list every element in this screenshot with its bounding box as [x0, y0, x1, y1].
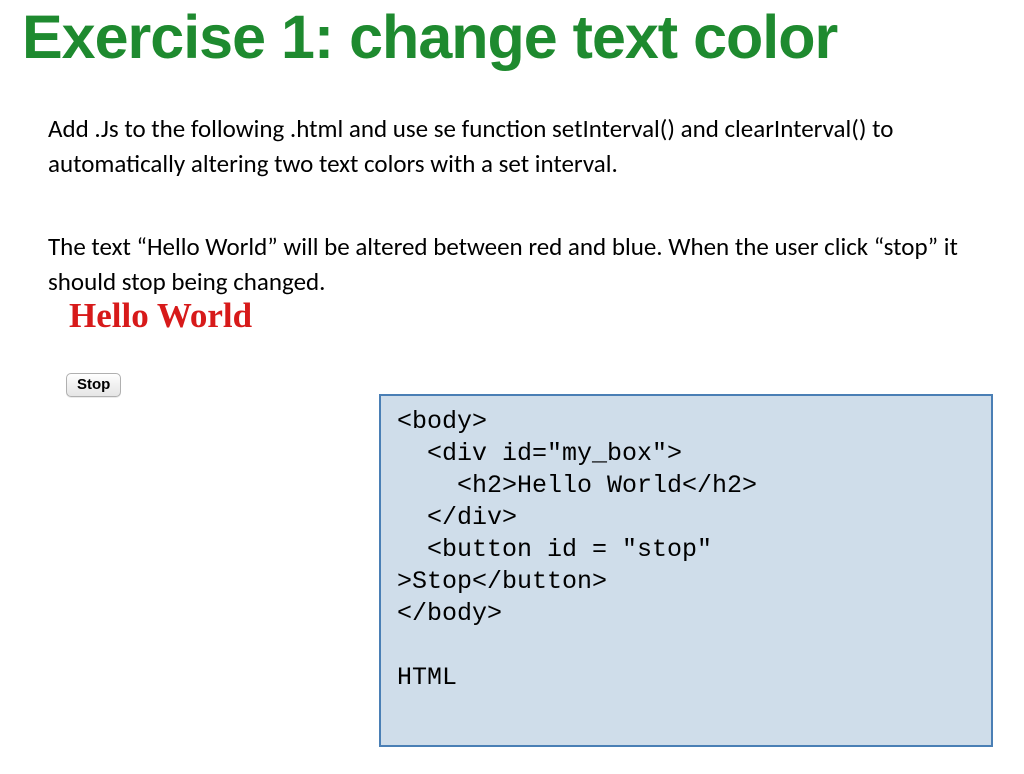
code-snippet-box: <body> <div id="my_box"> <h2>Hello World…	[379, 394, 993, 747]
code-snippet-content: <body> <div id="my_box"> <h2>Hello World…	[397, 406, 975, 694]
slide-title: Exercise 1: change text color	[22, 2, 837, 72]
hello-world-text: Hello World	[69, 296, 252, 336]
stop-button[interactable]: Stop	[66, 373, 121, 397]
exercise-description: Add .Js to the following .html and use s…	[48, 111, 968, 299]
description-paragraph-2: The text “Hello World” will be altered b…	[48, 229, 968, 299]
description-paragraph-1: Add .Js to the following .html and use s…	[48, 111, 968, 181]
